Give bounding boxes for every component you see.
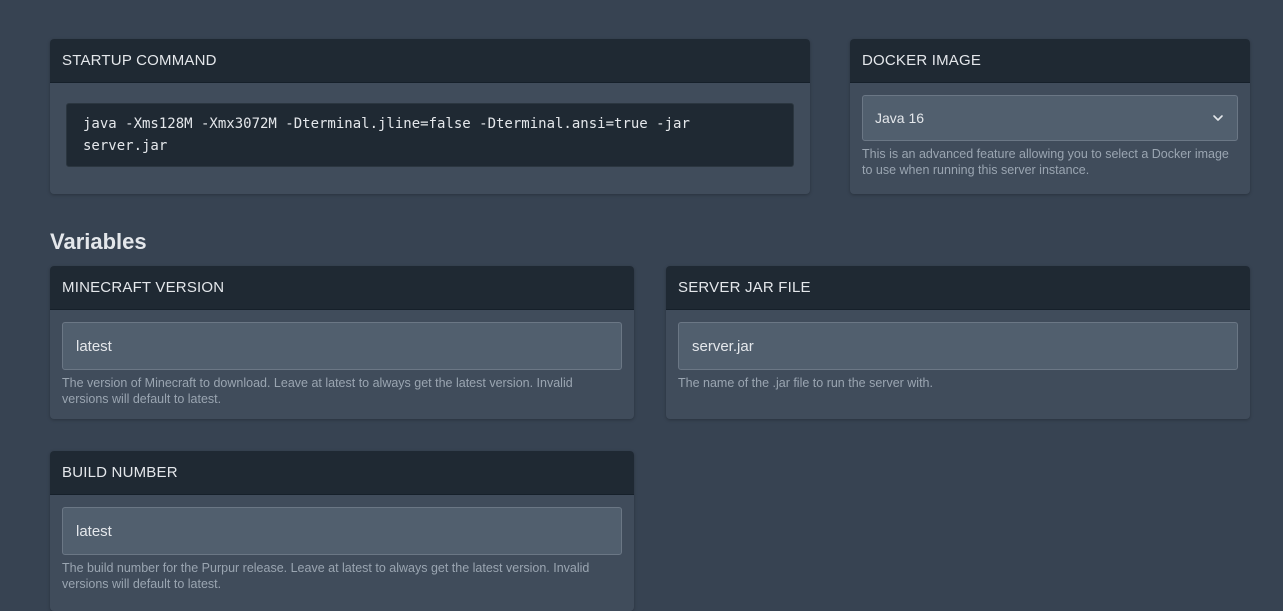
variable-help: The name of the .jar file to run the ser…: [678, 376, 933, 390]
variable-title: MINECRAFT VERSION: [50, 266, 634, 310]
docker-image-help: This is an advanced feature allowing you…: [862, 147, 1229, 177]
docker-image-card: DOCKER IMAGE Java 16 This is an advanced…: [850, 39, 1250, 194]
variables-heading: Variables: [50, 229, 147, 254]
docker-image-title: DOCKER IMAGE: [850, 39, 1250, 83]
variable-help: The version of Minecraft to download. Le…: [62, 376, 573, 406]
variable-card-build-number: BUILD NUMBER The build number for the Pu…: [50, 451, 634, 611]
chevron-down-icon: [1213, 115, 1223, 121]
variable-title: BUILD NUMBER: [50, 451, 634, 495]
variable-title: SERVER JAR FILE: [666, 266, 1250, 310]
startup-command-card: STARTUP COMMAND java -Xms128M -Xmx3072M …: [50, 39, 810, 194]
variable-help: The build number for the Purpur release.…: [62, 561, 590, 591]
build-number-input[interactable]: [62, 507, 622, 555]
minecraft-version-input[interactable]: [62, 322, 622, 370]
variable-card-minecraft-version: MINECRAFT VERSION The version of Minecra…: [50, 266, 634, 419]
docker-image-select[interactable]: Java 16: [862, 95, 1238, 141]
startup-command-title: STARTUP COMMAND: [50, 39, 810, 83]
docker-image-selected: Java 16: [875, 110, 925, 126]
startup-command-text: java -Xms128M -Xmx3072M -Dterminal.jline…: [66, 103, 794, 167]
server-jar-file-input[interactable]: [678, 322, 1238, 370]
variable-card-server-jar-file: SERVER JAR FILE The name of the .jar fil…: [666, 266, 1250, 419]
